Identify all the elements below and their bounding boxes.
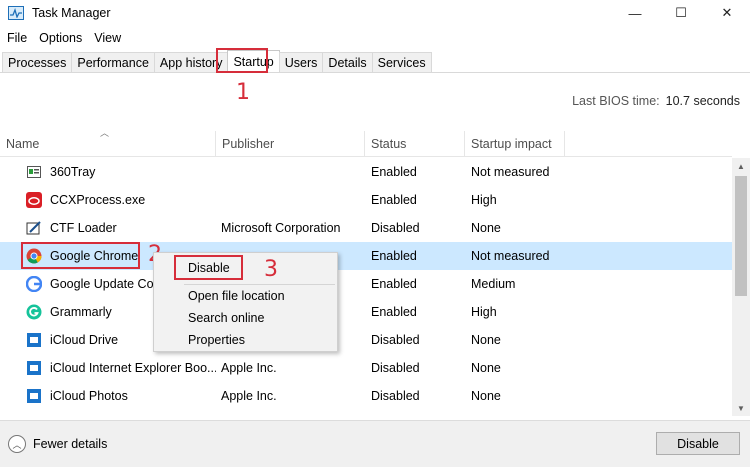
close-button[interactable]: ✕ (704, 0, 750, 26)
disable-button[interactable]: Disable (656, 432, 740, 455)
tab-strip: Processes Performance App history Startu… (0, 50, 750, 73)
row-publisher (221, 186, 361, 214)
row-name: iCloud Drive (50, 333, 119, 347)
row-impact: High (471, 193, 497, 207)
footer: ︿ Fewer details Disable (0, 420, 750, 467)
ctf-loader-icon (26, 220, 42, 236)
scroll-down-icon[interactable]: ▼ (732, 400, 750, 416)
tab-users[interactable]: Users (278, 52, 324, 72)
context-disable[interactable]: Disable (154, 257, 337, 279)
chevron-up-icon: ︿ (8, 435, 26, 453)
bios-value: 10.7 seconds (665, 94, 740, 108)
table-row[interactable]: CTF Loader Microsoft Corporation Disable… (0, 214, 732, 242)
tab-performance[interactable]: Performance (71, 52, 155, 72)
fewer-details-label: Fewer details (33, 437, 108, 451)
row-name: CTF Loader (50, 221, 117, 235)
column-name[interactable]: Name (0, 131, 216, 157)
tab-app-history[interactable]: App history (153, 52, 229, 72)
context-menu: Disable Open file location Search online… (153, 252, 338, 352)
table-row[interactable]: 360Tray Enabled Not measured (0, 158, 732, 186)
maximize-button[interactable]: ☐ (658, 0, 704, 26)
row-status: Disabled (371, 221, 420, 235)
menu-bar: File Options View (0, 28, 127, 48)
row-impact: None (471, 333, 501, 347)
table-row[interactable]: iCloud Photos Apple Inc. Disabled None (0, 382, 732, 410)
table-row-selected[interactable]: Google Chrome Enabled Not measured (0, 242, 732, 270)
row-name: CCXProcess.exe (50, 193, 146, 207)
last-bios-time: Last BIOS time: 10.7 seconds (572, 94, 740, 108)
icloud-icon (26, 332, 42, 348)
icloud-icon (26, 388, 42, 404)
context-search-online[interactable]: Search online (154, 307, 337, 329)
task-manager-icon (8, 6, 24, 20)
row-publisher: Apple Inc. (221, 389, 277, 403)
startup-list: 360Tray Enabled Not measured CCXProcess.… (0, 158, 732, 416)
bios-label: Last BIOS time: (572, 94, 660, 108)
table-row[interactable]: Google Update Core Enabled Medium (0, 270, 732, 298)
row-status: Enabled (371, 305, 417, 319)
minimize-button[interactable]: — (612, 0, 658, 26)
scroll-thumb[interactable] (735, 176, 747, 296)
creative-cloud-icon (26, 192, 42, 208)
icloud-icon (26, 360, 42, 376)
row-name: Google Chrome (50, 249, 139, 263)
column-startup-impact[interactable]: Startup impact (465, 131, 565, 157)
row-status: Disabled (371, 389, 420, 403)
table-row[interactable] (0, 410, 732, 416)
context-open-file-location[interactable]: Open file location (154, 285, 337, 307)
tab-processes[interactable]: Processes (2, 52, 73, 72)
row-name: iCloud Internet Explorer Boo... (50, 361, 216, 375)
grammarly-icon (26, 304, 42, 320)
row-impact: None (471, 361, 501, 375)
row-status: Enabled (371, 165, 417, 179)
row-status: Disabled (371, 361, 420, 375)
menu-view[interactable]: View (88, 31, 127, 45)
context-properties[interactable]: Properties (154, 329, 337, 351)
tab-services[interactable]: Services (371, 52, 432, 72)
list-header: Name Publisher Status Startup impact (0, 131, 732, 157)
row-status: Enabled (371, 277, 417, 291)
menu-options[interactable]: Options (33, 31, 88, 45)
chrome-icon (26, 248, 42, 264)
window-title: Task Manager (32, 6, 111, 20)
row-name: Google Update Core (50, 277, 165, 291)
column-publisher[interactable]: Publisher (216, 131, 365, 157)
row-name: 360Tray (50, 165, 96, 179)
row-status: Disabled (371, 333, 420, 347)
annotation-1: 1 (236, 80, 250, 105)
menu-file[interactable]: File (0, 31, 33, 45)
row-publisher (221, 158, 361, 186)
row-publisher: Apple Inc. (221, 361, 277, 375)
google-update-icon (26, 276, 42, 292)
tab-startup[interactable]: Startup (227, 50, 280, 72)
row-impact: High (471, 305, 497, 319)
row-impact: Not measured (471, 249, 550, 263)
scroll-up-icon[interactable]: ▲ (732, 158, 750, 174)
row-status: Enabled (371, 249, 417, 263)
table-row[interactable]: iCloud Drive Disabled None (0, 326, 732, 354)
table-row[interactable]: Grammarly Enabled High (0, 298, 732, 326)
fewer-details-button[interactable]: ︿ Fewer details (8, 435, 107, 453)
table-row[interactable]: iCloud Internet Explorer Boo... Apple In… (0, 354, 732, 382)
row-publisher: Microsoft Corporation (221, 221, 341, 235)
tab-details[interactable]: Details (322, 52, 373, 72)
row-impact: None (471, 221, 501, 235)
title-bar: Task Manager — ☐ ✕ (0, 0, 750, 26)
row-name: iCloud Photos (50, 389, 128, 403)
table-row[interactable]: CCXProcess.exe Enabled High (0, 186, 732, 214)
row-name: Grammarly (50, 305, 112, 319)
row-impact: Not measured (471, 165, 550, 179)
row-impact: None (471, 389, 501, 403)
annotation-3: 3 (264, 257, 278, 282)
row-impact: Medium (471, 277, 516, 291)
360tray-icon (26, 164, 42, 180)
vertical-scrollbar[interactable]: ▲ ▼ (732, 158, 750, 416)
column-status[interactable]: Status (365, 131, 465, 157)
row-status: Enabled (371, 193, 417, 207)
